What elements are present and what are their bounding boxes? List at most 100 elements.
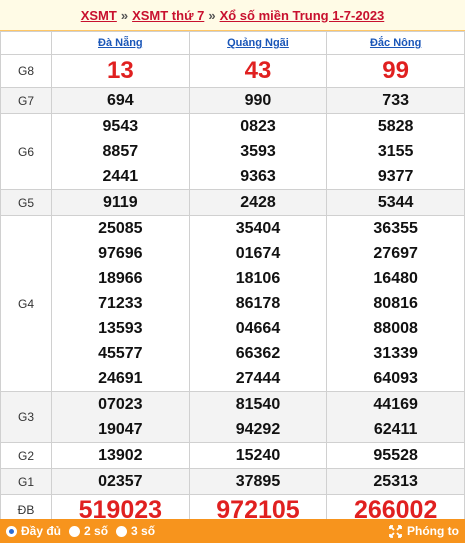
prize-number: 18966	[98, 270, 143, 287]
prize-number: 80816	[373, 295, 418, 312]
zoom-button[interactable]: Phóng to	[389, 524, 459, 538]
prize-label: G3	[0, 391, 52, 443]
prize-number: 95528	[373, 447, 418, 464]
prize-number: 25085	[98, 220, 143, 237]
prize-cell: 13902	[51, 442, 190, 469]
prize-number: 990	[244, 92, 272, 109]
province-link-quang-ngai[interactable]: Quảng Ngãi	[227, 37, 289, 49]
prize-number: 9377	[377, 168, 414, 185]
prize-label: G4	[0, 215, 52, 392]
prize-cell: 44169 62411	[326, 391, 465, 443]
prize-number: 733	[382, 92, 409, 109]
digit-option-radio[interactable]: Đầy đủ	[6, 524, 61, 538]
header-corner	[0, 31, 52, 55]
prize-number: 3593	[240, 143, 276, 160]
prize-number: 81540	[235, 396, 281, 413]
breadcrumb: XSMT » XSMT thứ 7 » Xổ số miền Trung 1-7…	[0, 0, 465, 31]
radio-circle-icon	[69, 525, 81, 537]
prize-body: G8 13 43 99 G7 694 990 733 G6 9543 8857 2441 0823 359…	[0, 54, 465, 526]
prize-number: 43	[244, 57, 272, 84]
prize-number: 86178	[235, 295, 281, 312]
radio-circle-icon	[116, 525, 128, 537]
digit-option-label: Đầy đủ	[21, 524, 62, 538]
province-header: Đà Nẵng	[51, 31, 190, 55]
prize-cell: 2428	[188, 189, 328, 216]
prize-number: 19047	[98, 421, 143, 438]
prize-cell: 0823 3593 9363	[188, 113, 328, 190]
prize-row: G4 25085 97696 18966 71233 13593 45577 24691 354…	[0, 215, 465, 392]
lottery-result-page: XSMT » XSMT thứ 7 » Xổ số miền Trung 1-7…	[0, 0, 465, 543]
prize-number: 66362	[235, 345, 281, 362]
digit-option-label: 3 số	[131, 524, 156, 538]
prize-number: 18106	[235, 270, 281, 287]
prize-cell: 9543 8857 2441	[51, 113, 190, 190]
prize-number: 25313	[373, 473, 418, 490]
prize-cell: 95528	[326, 442, 465, 469]
prize-row: G6 9543 8857 2441 0823 3593 9363 5828 3155 9377	[0, 113, 465, 190]
prize-cell: 25313	[326, 468, 465, 495]
prize-number: 16480	[373, 270, 418, 287]
prize-number: 8857	[102, 143, 139, 160]
prize-number: 13	[106, 57, 134, 84]
prize-cell: 990	[188, 87, 328, 114]
digit-option-radio[interactable]: 2 số	[69, 524, 108, 538]
prize-cell: 99	[326, 54, 465, 88]
prize-number: 2428	[240, 194, 276, 211]
prize-number: 37895	[235, 473, 281, 490]
radio-circle-icon	[6, 525, 17, 537]
prize-number: 2441	[102, 168, 139, 185]
prize-number: 5344	[377, 194, 414, 211]
prize-cell: 43	[188, 54, 328, 88]
expand-icon	[389, 524, 402, 538]
prize-number: 9363	[240, 168, 276, 185]
prize-number: 97696	[98, 245, 143, 262]
prize-number: 694	[106, 92, 134, 109]
prize-number: 64093	[373, 370, 418, 387]
prize-row: G2 13902 15240 95528	[0, 442, 465, 469]
prize-label: G8	[0, 54, 52, 88]
results-table: Đà Nẵng Quảng Ngãi Đắc Nông G8 13 43 99 G7 69…	[0, 31, 465, 526]
province-link-dac-nong[interactable]: Đắc Nông	[370, 37, 421, 49]
prize-number: 15240	[235, 447, 281, 464]
breadcrumb-xsmt-link[interactable]: XSMT	[81, 8, 117, 23]
province-header-row: Đà Nẵng Quảng Ngãi Đắc Nông	[0, 31, 465, 55]
digit-option-radio[interactable]: 3 số	[116, 524, 155, 538]
prize-number: 04664	[235, 320, 281, 337]
prize-cell: 02357	[51, 468, 190, 495]
prize-label: G5	[0, 189, 52, 216]
prize-number: 24691	[98, 370, 143, 387]
breadcrumb-saturday-link[interactable]: XSMT thứ 7	[132, 8, 204, 23]
prize-number: 02357	[98, 473, 143, 490]
breadcrumb-date-link[interactable]: Xổ số miền Trung 1-7-2023	[220, 8, 385, 23]
prize-cell: 37895	[188, 468, 328, 495]
digit-options: Đầy đủ 2 số 3 số	[6, 524, 163, 538]
breadcrumb-separator: »	[120, 7, 129, 23]
digit-option-label: 2 số	[84, 524, 109, 538]
prize-number: 31339	[373, 345, 418, 362]
prize-number: 36355	[373, 220, 418, 237]
prize-number: 9119	[102, 194, 138, 211]
prize-number: 0823	[240, 118, 276, 135]
province-link-da-nang[interactable]: Đà Nẵng	[98, 37, 143, 49]
prize-number: 27697	[373, 245, 418, 262]
prize-number: 07023	[98, 396, 143, 413]
prize-number: 3155	[377, 143, 414, 160]
prize-number: 27444	[235, 370, 281, 387]
prize-number: 99	[382, 57, 409, 84]
prize-number: 62411	[373, 421, 418, 438]
prize-cell: 13	[51, 54, 190, 88]
prize-number: 88008	[373, 320, 418, 337]
province-header: Quảng Ngãi	[188, 31, 328, 55]
breadcrumb-separator: »	[208, 7, 216, 23]
prize-row: G1 02357 37895 25313	[0, 468, 465, 495]
prize-row: G3 07023 19047 81540 94292 44169 62411	[0, 391, 465, 443]
prize-number: 94292	[235, 421, 281, 438]
prize-cell: 5828 3155 9377	[326, 113, 465, 190]
prize-row: G8 13 43 99	[0, 54, 465, 88]
prize-cell: 733	[326, 87, 465, 114]
prize-label: G6	[0, 113, 52, 190]
prize-cell: 5344	[326, 189, 465, 216]
prize-number: 01674	[235, 245, 281, 262]
province-header: Đắc Nông	[326, 31, 465, 55]
prize-row: G7 694 990 733	[0, 87, 465, 114]
